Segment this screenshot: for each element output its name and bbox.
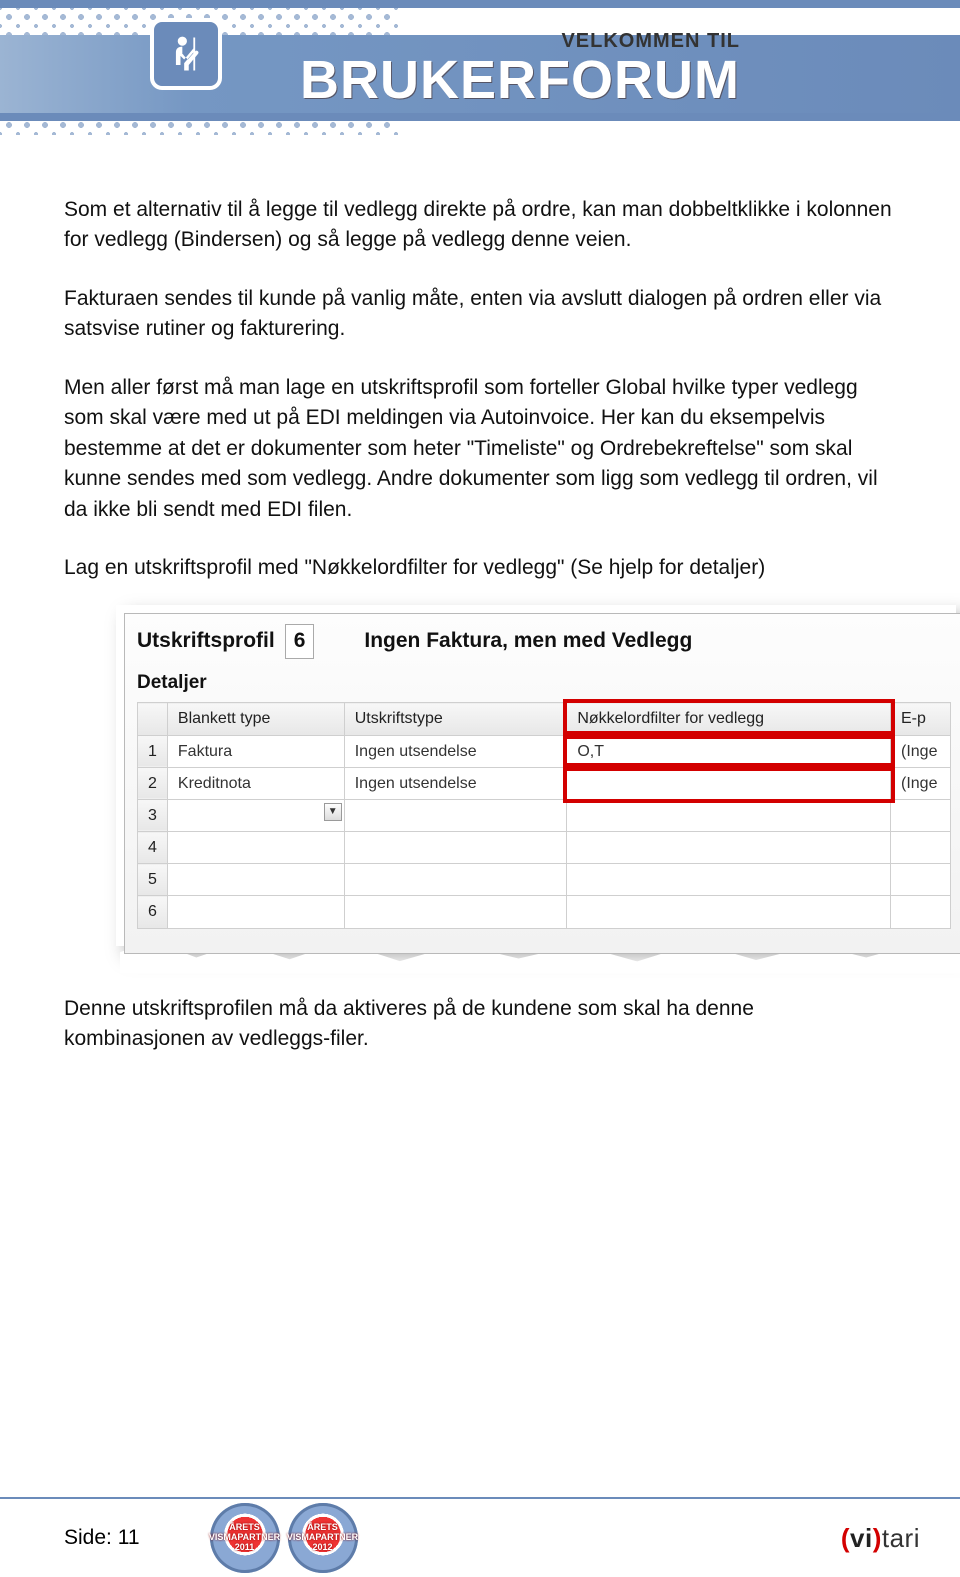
paragraph-5: Denne utskriftsprofilen må da aktiveres … — [64, 994, 896, 1055]
rownum-header — [138, 703, 168, 735]
embedded-screenshot: Utskriftsprofil 6 Ingen Faktura, men med… — [124, 613, 960, 953]
table-row: 3 ▼ — [138, 799, 951, 831]
table-row: 4 — [138, 832, 951, 864]
profile-title: Ingen Faktura, men med Vedlegg — [364, 626, 692, 656]
col-blankett-type[interactable]: Blankett type — [167, 703, 344, 735]
cell-filter[interactable]: O,T — [567, 735, 891, 767]
banner-titles: VELKOMMEN TIL BRUKERFORUM — [250, 30, 740, 107]
cell-utskrift[interactable]: Ingen utsendelse — [344, 735, 567, 767]
chevron-down-icon[interactable]: ▼ — [324, 803, 342, 821]
badge-2012: ÅRETS VISMAPARTNER 2012 — [288, 1503, 358, 1573]
forum-title: BRUKERFORUM — [250, 53, 740, 107]
paragraph-3: Men aller først må man lage en utskrifts… — [64, 373, 896, 525]
cell-filter[interactable] — [567, 767, 891, 799]
details-grid[interactable]: Blankett type Utskriftstype Nøkkelordfil… — [137, 702, 951, 928]
cell-epost[interactable]: (Inge — [891, 767, 951, 799]
header-banner: VELKOMMEN TIL BRUKERFORUM — [0, 0, 960, 135]
page-number: Side: 11 — [64, 1526, 140, 1550]
vitari-logo: (vi)tari — [841, 1523, 920, 1554]
table-row: 2 Kreditnota Ingen utsendelse (Inge — [138, 767, 951, 799]
award-badges: ÅRETS VISMAPARTNER 2011 ÅRETS VISMAPARTN… — [210, 1503, 358, 1573]
paragraph-4: Lag en utskriftsprofil med "Nøkkelordfil… — [64, 553, 896, 583]
presenter-icon — [150, 18, 222, 90]
document-body: Som et alternativ til å legge til vedleg… — [0, 135, 960, 1055]
table-row: 6 — [138, 896, 951, 928]
cell-epost[interactable]: (Inge — [891, 735, 951, 767]
paragraph-1: Som et alternativ til å legge til vedleg… — [64, 195, 896, 256]
cell-blankett[interactable]: Faktura — [167, 735, 344, 767]
col-nokkelordfilter[interactable]: Nøkkelordfilter for vedlegg — [567, 703, 891, 735]
cell-blankett[interactable]: Kreditnota — [167, 767, 344, 799]
col-utskriftstype[interactable]: Utskriftstype — [344, 703, 567, 735]
profile-number-input[interactable]: 6 — [285, 624, 315, 658]
cell-utskrift[interactable] — [344, 799, 567, 831]
cell-epost[interactable] — [891, 799, 951, 831]
table-row: 5 — [138, 864, 951, 896]
cell-utskrift[interactable]: Ingen utsendelse — [344, 767, 567, 799]
cell-blankett-dropdown[interactable]: ▼ — [167, 799, 344, 831]
cell-filter[interactable] — [567, 799, 891, 831]
badge-2011: ÅRETS VISMAPARTNER 2011 — [210, 1503, 280, 1573]
paragraph-2: Fakturaen sendes til kunde på vanlig måt… — [64, 284, 896, 345]
profile-label: Utskriftsprofil — [137, 626, 275, 656]
page-footer: Side: 11 ÅRETS VISMAPARTNER 2011 ÅRETS V… — [0, 1497, 960, 1577]
details-label: Detaljer — [137, 669, 951, 697]
banner-top-strip — [0, 0, 960, 8]
col-epost[interactable]: E-p — [891, 703, 951, 735]
profile-header: Utskriftsprofil 6 Ingen Faktura, men med… — [137, 624, 951, 658]
table-row: 1 Faktura Ingen utsendelse O,T (Inge — [138, 735, 951, 767]
banner-bottom-strip — [0, 113, 960, 121]
